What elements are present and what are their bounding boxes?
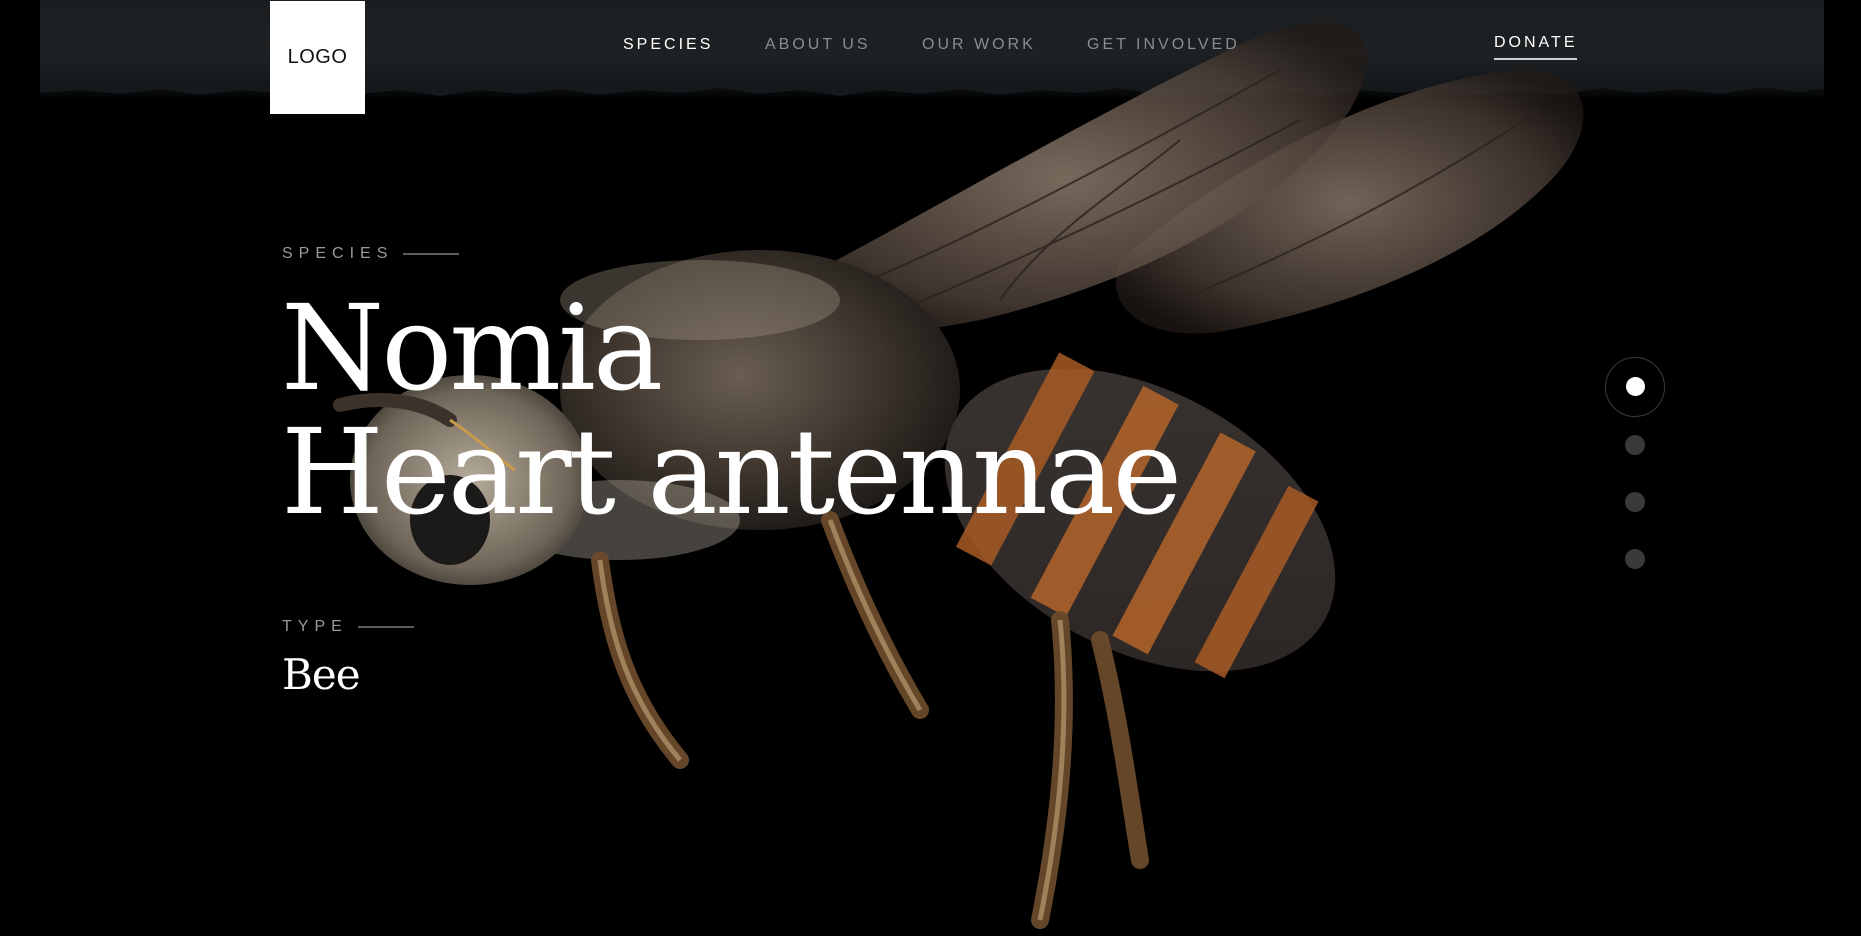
page-title: Nomia Heart antennae: [281, 279, 1182, 541]
nav-item-species[interactable]: SPECIES: [623, 36, 713, 54]
title-line-2: Heart antennae: [281, 403, 1182, 541]
main-nav: SPECIES ABOUT US OUR WORK GET INVOLVED: [0, 36, 1861, 58]
nav-item-about-us[interactable]: ABOUT US: [765, 36, 871, 54]
title-line-1: Nomia: [281, 279, 663, 417]
species-kicker: SPECIES: [282, 245, 460, 263]
nav-item-our-work[interactable]: OUR WORK: [922, 36, 1036, 54]
donate-button[interactable]: DONATE: [1494, 34, 1578, 60]
pager-dot-3[interactable]: [1625, 492, 1645, 512]
type-label: TYPE: [282, 618, 348, 635]
species-label: SPECIES: [282, 245, 394, 262]
slide-pager: [1605, 357, 1665, 577]
pager-dot-4[interactable]: [1625, 549, 1645, 569]
pager-dot-1[interactable]: [1626, 377, 1645, 396]
type-kicker: TYPE: [282, 618, 414, 636]
type-rule: [357, 626, 414, 628]
type-value: Bee: [282, 650, 361, 699]
nav-item-get-involved[interactable]: GET INVOLVED: [1087, 36, 1240, 54]
species-rule: [403, 253, 460, 255]
pager-dot-2[interactable]: [1625, 435, 1645, 455]
